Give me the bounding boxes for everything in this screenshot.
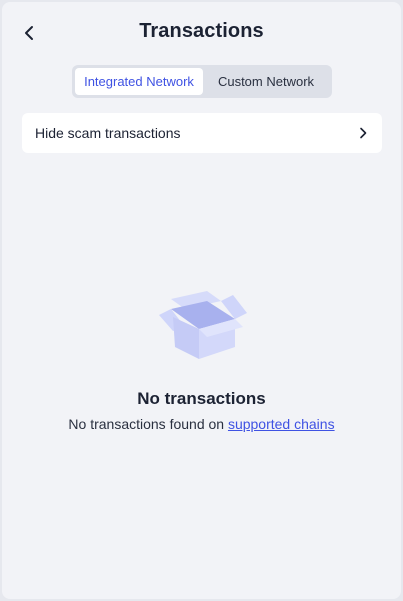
empty-state-message: No transactions found on supported chain…: [2, 416, 401, 432]
tab-integrated-network[interactable]: Integrated Network: [75, 68, 203, 95]
empty-state-message-text: No transactions found on: [68, 416, 228, 432]
supported-chains-link[interactable]: supported chains: [228, 416, 335, 432]
empty-state-title: No transactions: [137, 389, 266, 408]
hide-scam-transactions-label: Hide scam transactions: [35, 125, 181, 141]
empty-box-icon: [155, 287, 251, 363]
hide-scam-transactions-row[interactable]: Hide scam transactions: [22, 113, 382, 153]
chevron-right-icon: [357, 127, 369, 139]
header: Transactions: [2, 2, 401, 64]
tab-custom-network[interactable]: Custom Network: [203, 68, 329, 95]
transactions-panel: Transactions Integrated Network Custom N…: [2, 2, 401, 599]
network-tabs: Integrated Network Custom Network: [72, 65, 332, 98]
page-title: Transactions: [139, 20, 264, 42]
